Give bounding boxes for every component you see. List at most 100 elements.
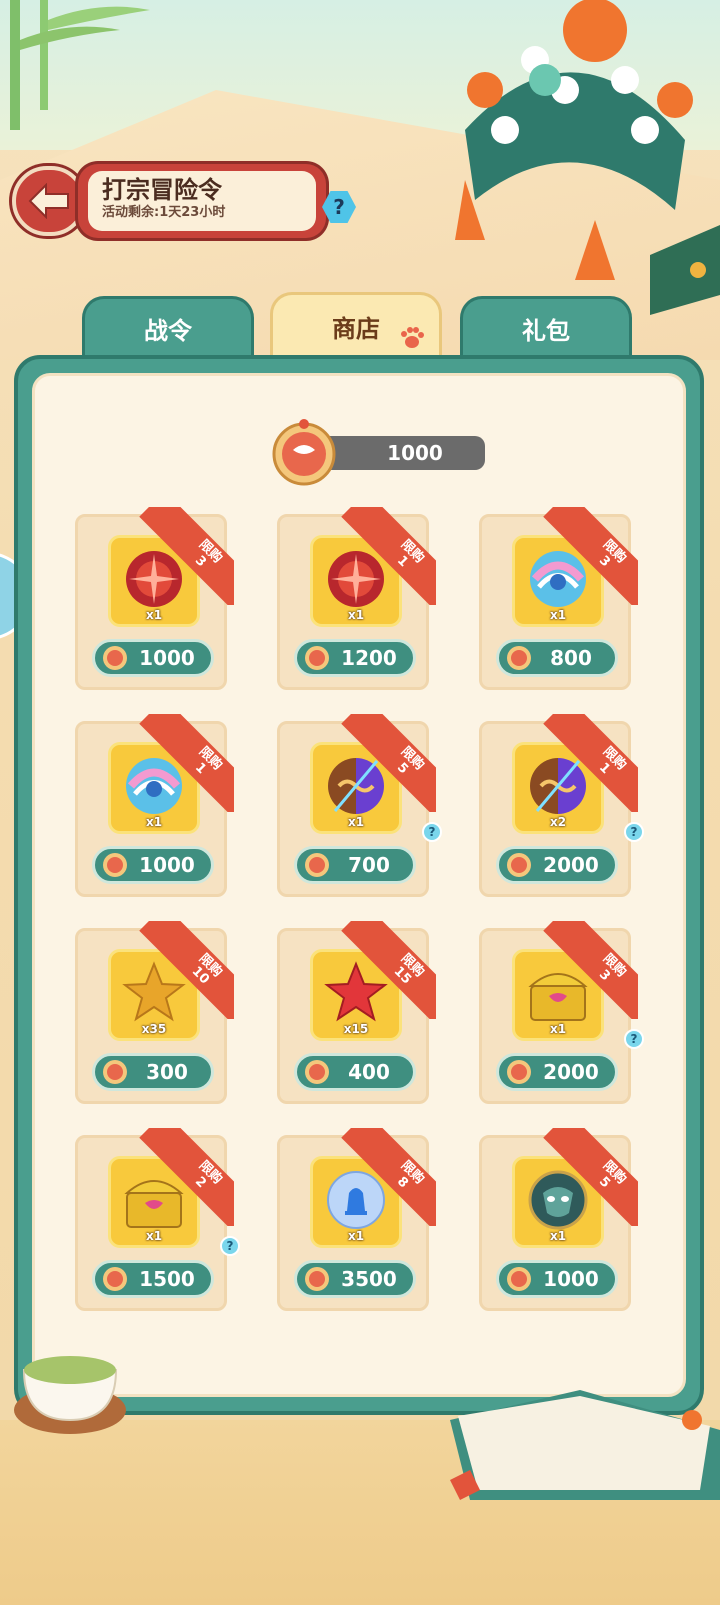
bamboo-decoration [10, 0, 150, 130]
limit-ribbon: 限购 10 [136, 921, 234, 1019]
currency-amount: 1000 [325, 436, 485, 470]
limit-ribbon: 限购 15 [338, 921, 436, 1019]
tab-label: 商店 [332, 315, 380, 343]
shop-item[interactable]: 限购 8 x1 3500 [277, 1128, 436, 1311]
buy-button[interactable]: 1000 [92, 639, 214, 677]
limit-count: 3 [595, 553, 613, 571]
coin-icon [305, 1267, 329, 1291]
coin-icon [507, 646, 531, 670]
buy-button[interactable]: 1000 [496, 1260, 618, 1298]
coin-icon [103, 646, 127, 670]
limit-ribbon: 限购 5 [540, 1128, 638, 1226]
page-title: 打宗冒险令 [102, 176, 222, 204]
limit-count: 8 [393, 1174, 411, 1192]
limit-count: 3 [191, 553, 209, 571]
limit-ribbon: 限购 3 [540, 507, 638, 605]
tab-battle-pass[interactable]: 战令 [82, 296, 254, 358]
time-remaining: 活动剩余:1天23小时 [102, 205, 226, 220]
tab-shop[interactable]: 商店 [270, 292, 442, 358]
coin-icon [507, 1060, 531, 1084]
item-price: 2000 [543, 1060, 599, 1084]
buy-button[interactable]: 3500 [294, 1260, 416, 1298]
item-quantity: x1 [347, 815, 365, 829]
coin-icon [103, 853, 127, 877]
coin-icon [507, 1267, 531, 1291]
shop-item[interactable]: 限购 10 x35 300 [75, 921, 234, 1104]
shop-item[interactable]: 限购 15 x15 400 [277, 921, 436, 1104]
shop-item[interactable]: 限购 2 x1 ? 1500 [75, 1128, 240, 1311]
limit-ribbon: 限购 3 [136, 507, 234, 605]
limit-ribbon: 限购 8 [338, 1128, 436, 1226]
limit-count: 1 [595, 760, 613, 778]
buy-button[interactable]: 700 [294, 846, 416, 884]
item-quantity: x1 [145, 608, 163, 622]
shop-item[interactable]: 限购 3 x1 1000 [75, 507, 234, 690]
item-info-icon[interactable]: ? [220, 1236, 240, 1256]
tab-label: 战令 [144, 317, 192, 345]
shop-item[interactable]: 限购 5 x1 1000 [479, 1128, 638, 1311]
limit-ribbon: 限购 2 [136, 1128, 234, 1226]
item-price: 1500 [139, 1267, 195, 1291]
green-book-decoration [650, 225, 720, 315]
item-info-icon[interactable]: ? [624, 1029, 644, 1049]
item-info-icon[interactable]: ? [624, 822, 644, 842]
coin-icon [305, 1060, 329, 1084]
limit-count: 5 [393, 760, 411, 778]
currency-display: 1000 [271, 418, 491, 488]
coin-icon [103, 1267, 127, 1291]
item-price: 1000 [139, 853, 195, 877]
buy-button[interactable]: 1500 [92, 1260, 214, 1298]
item-quantity: x1 [145, 815, 163, 829]
item-price: 700 [348, 853, 390, 877]
buy-button[interactable]: 800 [496, 639, 618, 677]
limit-ribbon: 限购 3 [540, 921, 638, 1019]
header: 打宗冒险令 活动剩余:1天23小时 [12, 162, 326, 240]
item-quantity: x1 [347, 1229, 365, 1243]
buy-button[interactable]: 1200 [294, 639, 416, 677]
item-quantity: x1 [145, 1229, 163, 1243]
coin-icon [507, 853, 531, 877]
opera-mask-coin-icon [272, 419, 336, 486]
shop-item[interactable]: 限购 1 x2 ? 2000 [479, 714, 644, 897]
item-quantity: x15 [343, 1022, 369, 1036]
buy-button[interactable]: 2000 [496, 1053, 618, 1091]
limit-ribbon: 限购 1 [540, 714, 638, 812]
item-quantity: x1 [549, 608, 567, 622]
item-price: 300 [146, 1060, 188, 1084]
back-button[interactable] [12, 166, 86, 236]
item-price: 3500 [341, 1267, 397, 1291]
item-quantity: x1 [549, 1022, 567, 1036]
item-quantity: x1 [549, 1229, 567, 1243]
item-price: 800 [550, 646, 592, 670]
limit-ribbon: 限购 1 [338, 507, 436, 605]
shop-panel: 1000 限购 3 x1 1000 限购 1 x1 1200 限购 3 x1 8… [14, 355, 704, 1415]
open-book-decoration [450, 1390, 720, 1500]
buy-button[interactable]: 2000 [496, 846, 618, 884]
limit-count: 5 [595, 1174, 613, 1192]
tab-gift-pack[interactable]: 礼包 [460, 296, 632, 358]
item-quantity: x2 [549, 815, 567, 829]
buy-button[interactable]: 300 [92, 1053, 214, 1091]
buy-button[interactable]: 400 [294, 1053, 416, 1091]
coin-icon [305, 646, 329, 670]
item-price: 2000 [543, 853, 599, 877]
buy-button[interactable]: 1000 [92, 846, 214, 884]
item-quantity: x35 [141, 1022, 167, 1036]
title-plate: 打宗冒险令 活动剩余:1天23小时 [78, 164, 326, 238]
shop-item[interactable]: 限购 5 x1 ? 700 [277, 714, 442, 897]
shop-item[interactable]: 限购 3 x1 800 [479, 507, 638, 690]
limit-ribbon: 限购 5 [338, 714, 436, 812]
limit-count: 3 [595, 967, 613, 985]
shop-item[interactable]: 限购 1 x1 1000 [75, 714, 234, 897]
item-price: 1200 [341, 646, 397, 670]
item-info-icon[interactable]: ? [422, 822, 442, 842]
limit-count: 1 [191, 760, 209, 778]
coin-icon [103, 1060, 127, 1084]
tab-label: 礼包 [522, 317, 570, 345]
back-arrow-icon [28, 183, 69, 219]
shop-item[interactable]: 限购 3 x1 ? 2000 [479, 921, 644, 1104]
shop-item[interactable]: 限购 1 x1 1200 [277, 507, 436, 690]
teacup-decoration [14, 1356, 126, 1434]
item-price: 400 [348, 1060, 390, 1084]
shop-grid: 限购 3 x1 1000 限购 1 x1 1200 限购 3 x1 800 限购… [75, 507, 655, 1314]
